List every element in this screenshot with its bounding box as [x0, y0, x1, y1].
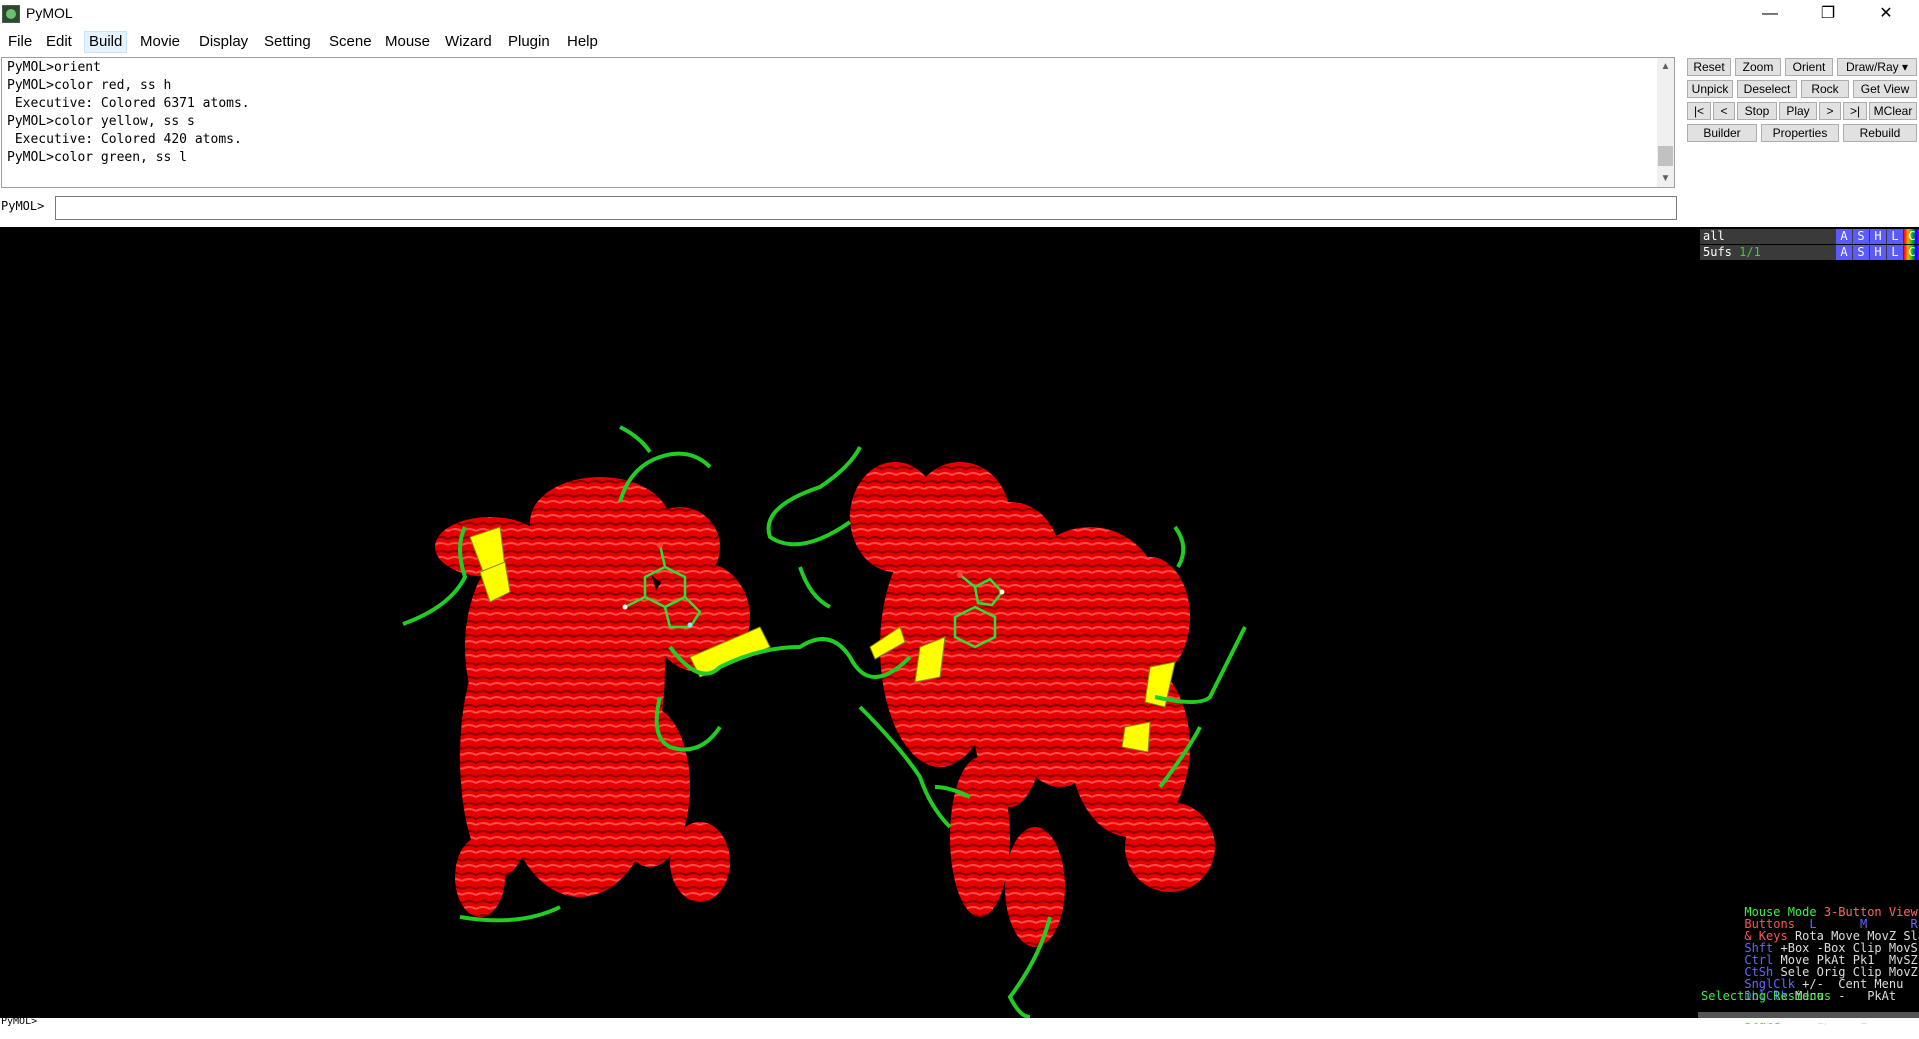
pymol-app-icon [2, 5, 20, 23]
show-s-button[interactable]: S [1853, 229, 1869, 244]
menu-plugin[interactable]: Plugin [504, 31, 554, 53]
rock-button[interactable]: Rock [1801, 80, 1849, 98]
rebuild-button[interactable]: Rebuild [1843, 124, 1917, 142]
zoom-button[interactable]: Zoom [1735, 58, 1781, 76]
object-row-5ufs[interactable]: 5ufs 1/1 A S H L C [1700, 245, 1919, 260]
menu-display[interactable]: Display [195, 31, 252, 53]
show-s-button[interactable]: S [1853, 245, 1869, 260]
object-label: 5ufs [1703, 245, 1732, 259]
action-a-button[interactable]: A [1836, 245, 1852, 260]
menu-setting[interactable]: Setting [260, 31, 315, 53]
label-l-button[interactable]: L [1887, 229, 1903, 244]
log-scrollbar[interactable]: ▲ ▼ [1657, 58, 1674, 187]
scroll-thumb[interactable] [1658, 146, 1673, 166]
menu-build[interactable]: Build [84, 31, 128, 53]
object-panel: all A S H L C 5ufs 1/1 A S H L C Mouse M… [1698, 227, 1919, 1026]
properties-button[interactable]: Properties [1761, 124, 1839, 142]
action-a-button[interactable]: A [1836, 229, 1852, 244]
command-prompt-label: PyMOL> [1, 199, 45, 213]
window-title: PyMOL [26, 5, 73, 21]
rewind-button[interactable]: |< [1687, 102, 1711, 120]
deselect-button[interactable]: Deselect [1737, 80, 1797, 98]
log-line: PyMOL>color yellow, ss s [7, 114, 195, 129]
command-input[interactable] [55, 196, 1677, 220]
draw-ray-button[interactable]: Draw/Ray ▾ [1837, 58, 1917, 76]
object-state: 1/1 [1739, 245, 1761, 259]
menu-help[interactable]: Help [563, 31, 602, 53]
builder-button[interactable]: Builder [1687, 124, 1757, 142]
log-line: PyMOL>color green, ss l [7, 150, 188, 165]
log-line: Executive: Colored 6371 atoms. [7, 96, 250, 111]
hide-h-button[interactable]: H [1870, 229, 1886, 244]
menu-movie[interactable]: Movie [136, 31, 184, 53]
color-c-button[interactable]: C [1904, 245, 1919, 260]
menu-mouse[interactable]: Mouse [381, 31, 434, 53]
play-button[interactable]: Play [1779, 102, 1817, 120]
selecting-mode[interactable]: Selecting Residues [1701, 990, 1831, 1002]
forward-button[interactable]: > [1819, 102, 1841, 120]
object-row-all[interactable]: all A S H L C [1700, 229, 1919, 244]
menu-edit[interactable]: Edit [42, 31, 76, 53]
log-output[interactable]: PyMOL>orient PyMOL>color red, ss h Execu… [1, 57, 1675, 188]
menu-scene[interactable]: Scene [325, 31, 376, 53]
end-button[interactable]: >| [1843, 102, 1867, 120]
back-button[interactable]: < [1713, 102, 1735, 120]
protein-render [402, 425, 1247, 1018]
object-name[interactable]: all [1703, 229, 1725, 244]
get-view-button[interactable]: Get View [1853, 80, 1917, 98]
log-line: Executive: Colored 420 atoms. [7, 132, 242, 147]
molecular-viewport[interactable] [0, 227, 1698, 1018]
color-c-button[interactable]: C [1904, 229, 1919, 244]
title-bar: PyMOL — ❐ ✕ [0, 0, 1919, 28]
scroll-down-icon[interactable]: ▼ [1657, 170, 1674, 187]
orient-button[interactable]: Orient [1785, 58, 1833, 76]
status-bar [0, 1018, 1919, 1023]
hide-h-button[interactable]: H [1870, 245, 1886, 260]
log-line: PyMOL>color red, ss h [7, 78, 172, 93]
status-prompt: PyMOL> [1, 1016, 38, 1027]
scroll-up-icon[interactable]: ▲ [1657, 58, 1674, 75]
mclear-button[interactable]: MClear [1869, 102, 1917, 120]
object-name[interactable]: 5ufs 1/1 [1703, 245, 1761, 260]
stop-button[interactable]: Stop [1737, 102, 1777, 120]
restore-button[interactable]: ❐ [1805, 0, 1851, 28]
minimize-button[interactable]: — [1747, 0, 1793, 28]
menu-bar: File Edit Build Movie Display Setting Sc… [0, 28, 1919, 56]
reset-button[interactable]: Reset [1687, 58, 1731, 76]
unpick-button[interactable]: Unpick [1687, 80, 1733, 98]
label-l-button[interactable]: L [1887, 245, 1903, 260]
close-button[interactable]: ✕ [1863, 0, 1909, 28]
log-line: PyMOL>orient [7, 60, 101, 75]
menu-file[interactable]: File [4, 31, 36, 53]
menu-wizard[interactable]: Wizard [441, 31, 496, 53]
